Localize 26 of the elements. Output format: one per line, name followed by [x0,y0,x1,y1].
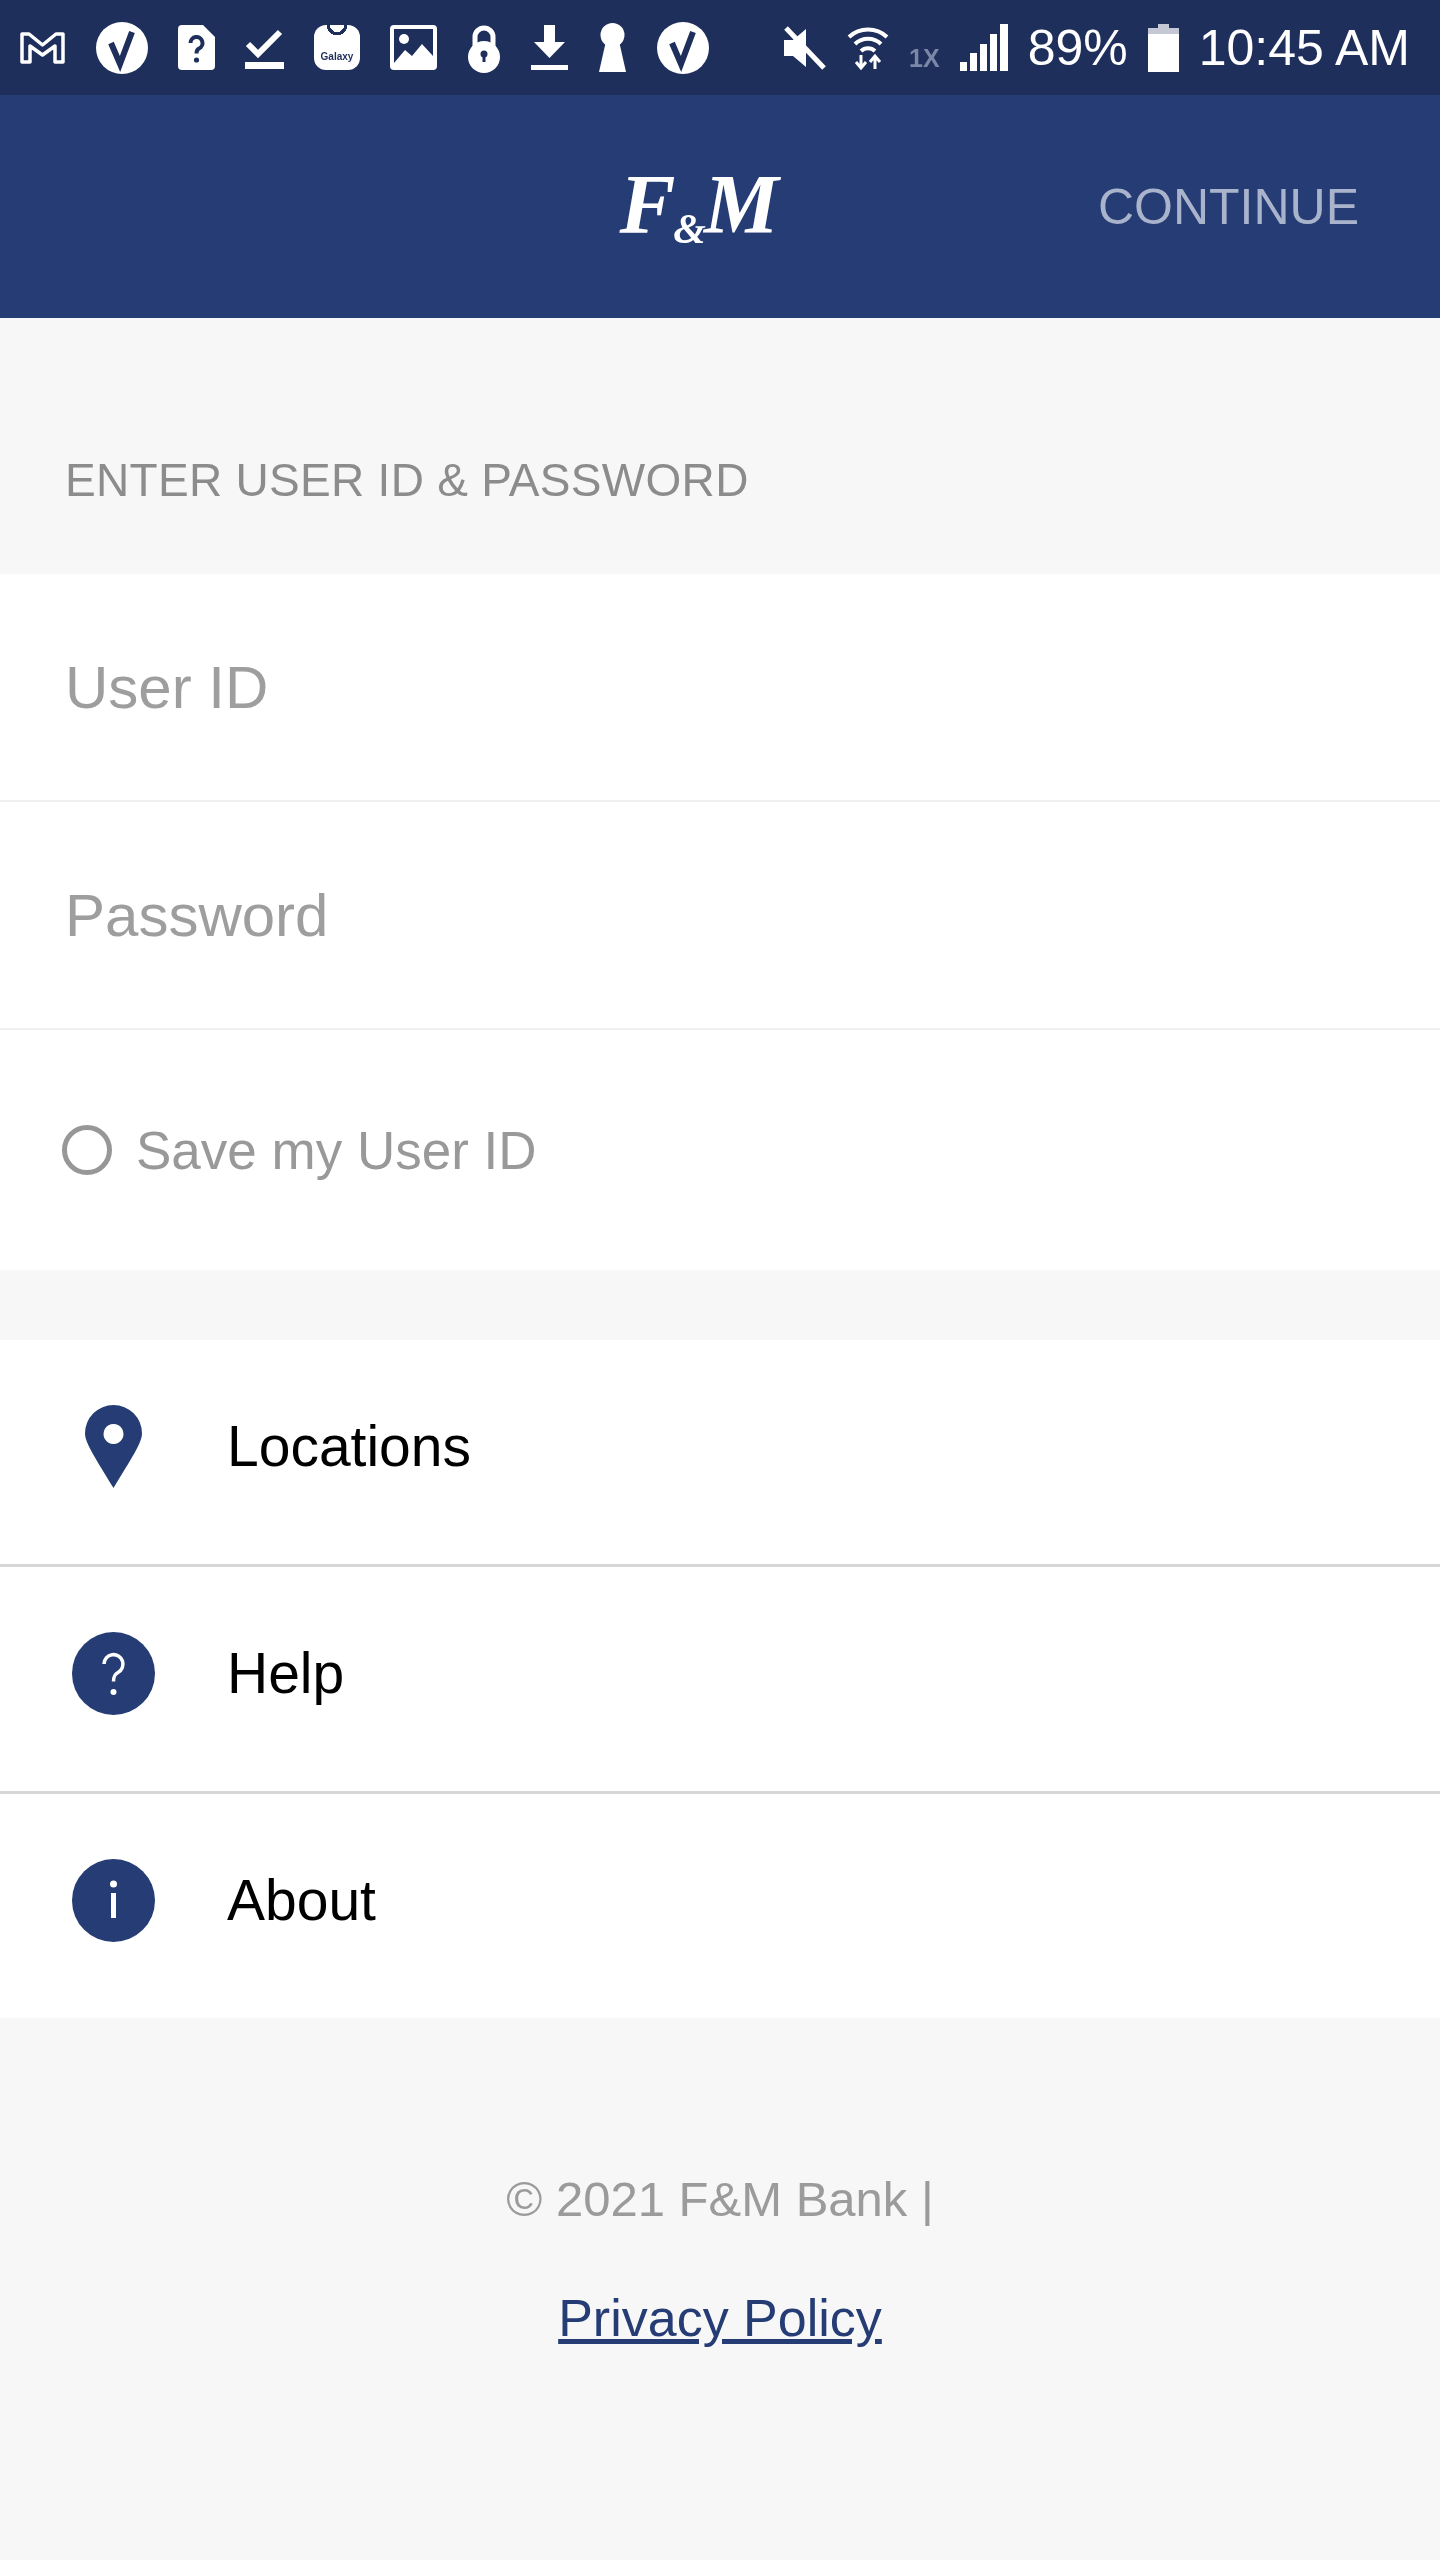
mail-icon [19,30,66,65]
logo: F$_{&}$M [619,162,779,251]
location-pin-icon [85,1404,142,1488]
copyright-text: © 2021 F&M Bank | [506,2171,934,2228]
check-circle-icon [657,21,709,74]
help-icon [72,1631,155,1715]
battery-percent: 89% [1027,22,1128,73]
section-title: ENTER USER ID & PASSWORD [65,454,749,507]
network-type: 1X [909,44,940,73]
keyhole-icon [598,23,627,72]
download-icon [531,25,568,70]
privacy-policy-link[interactable]: Privacy Policy [558,2289,882,2350]
mute-icon [782,24,828,71]
radio-button[interactable] [62,1125,112,1175]
input-field[interactable]: Password [0,802,1440,1030]
check-circle-icon [96,21,148,74]
continue-button[interactable]: CONTINUE [1081,159,1375,254]
image-icon [390,25,437,70]
input-field[interactable]: User ID [0,574,1440,802]
icon-label: Galaxy [320,52,354,62]
wifi-icon [847,25,890,70]
signal-icon [959,24,1008,71]
sim-card-question-icon [178,25,215,70]
clock: 10:45 AM [1198,22,1410,73]
battery-icon [1147,23,1179,72]
info-icon [72,1858,155,1942]
